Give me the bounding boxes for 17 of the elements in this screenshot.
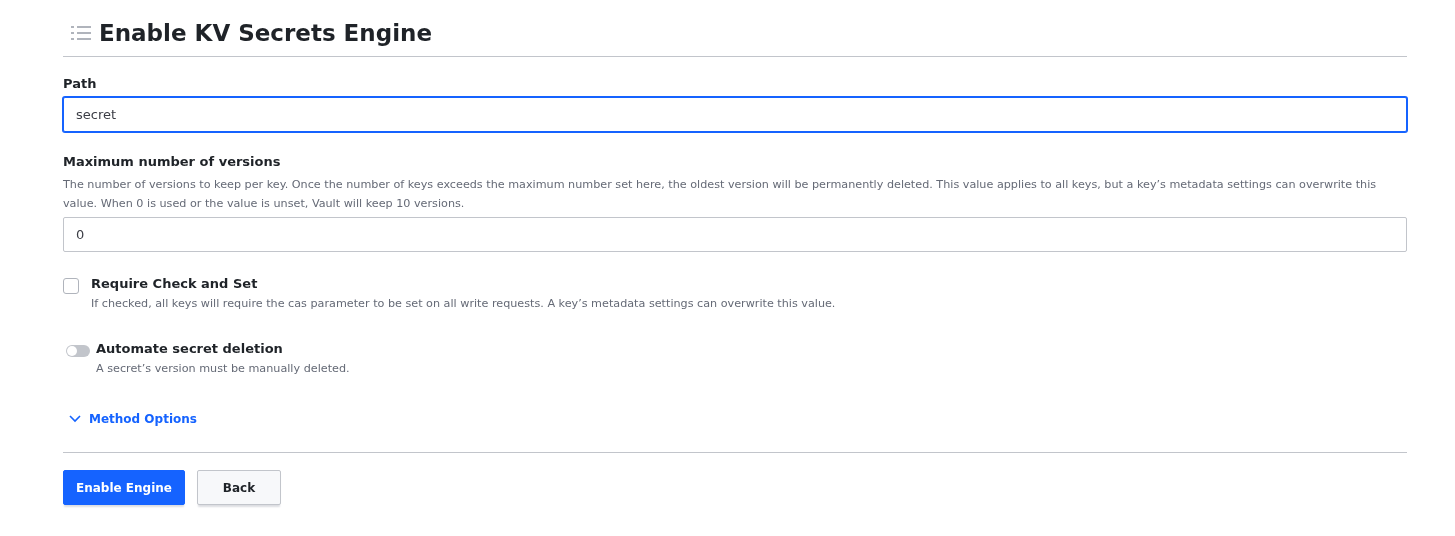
versions-field[interactable]: 0 (63, 217, 1407, 252)
toggle-switch[interactable] (66, 345, 90, 357)
chevron-down-icon (69, 415, 81, 423)
checkbox[interactable] (63, 278, 79, 294)
page-title: Enable KV Secrets Engine (99, 20, 433, 46)
field-label: Path (63, 76, 98, 91)
field-label: Maximum number of versions (63, 154, 282, 169)
checkbox-label: Require Check and Set (91, 276, 259, 291)
toggle-label: Automate secret deletion (96, 341, 284, 356)
path-field[interactable]: secret (63, 97, 1407, 132)
help-text: The number of versions to keep per key. Once the number of keys exceeds the maximum number set here, the oldest version will be permanently deleted. This value applies to all keys, but a key’s metadata settings can overwrite this value. When 0 is used or the value is unset, Vault will keep 10 versions. (63, 177, 1378, 212)
help-text: A secret’s version must be manually deleted. (96, 361, 350, 377)
list-icon (71, 25, 91, 41)
enable-engine-button[interactable]: Enable Engine (63, 470, 185, 505)
help-text: If checked, all keys will require the cas parameter to be set on all write requests. A key’s metadata settings can overwrite this value. (91, 296, 836, 312)
method-options-toggle[interactable]: Method Options (69, 412, 197, 426)
back-button[interactable]: Back (197, 470, 281, 505)
